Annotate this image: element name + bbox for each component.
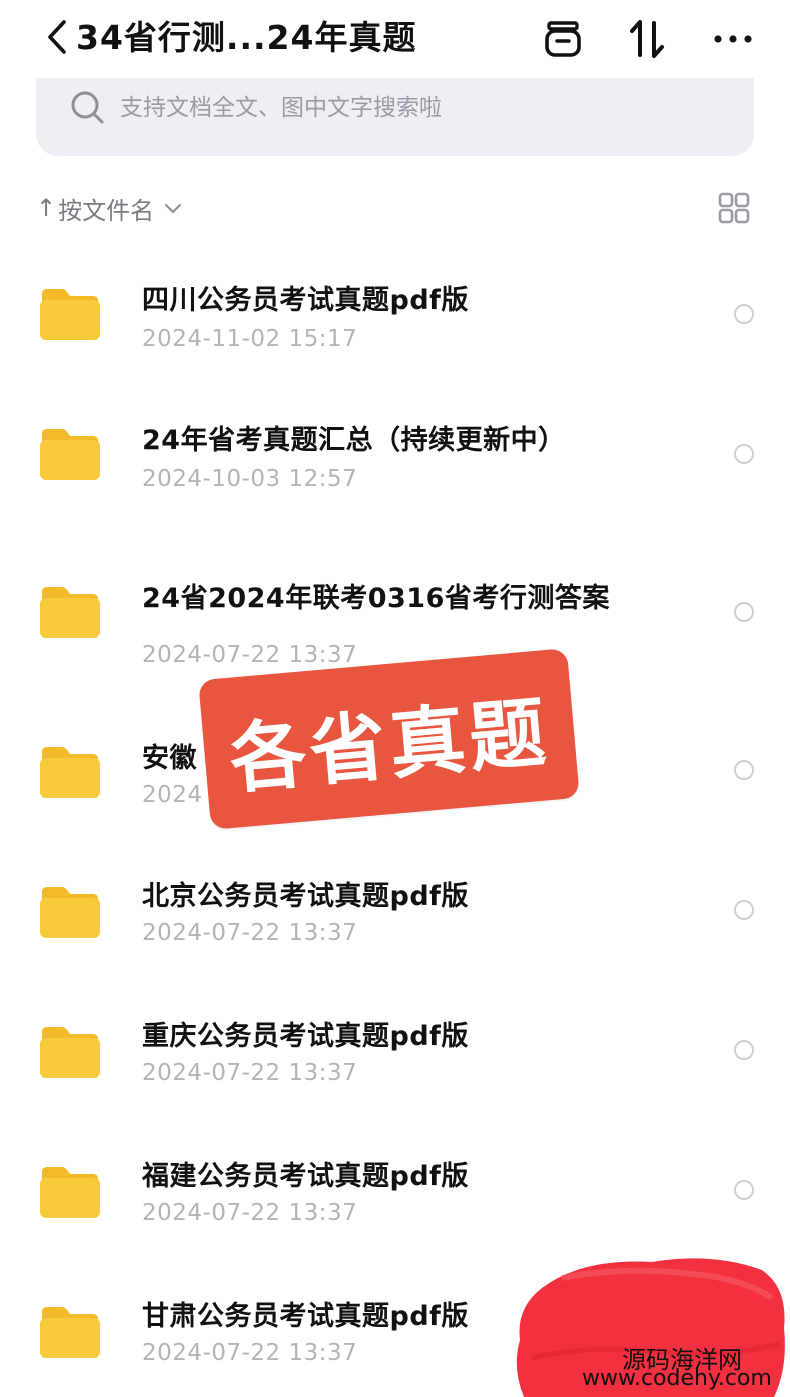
page-title: 34省行测...24年真题 (76, 18, 417, 57)
select-checkbox[interactable] (734, 444, 754, 464)
file-date: 2024 (142, 782, 203, 808)
folder-icon (40, 1167, 100, 1218)
sort-button[interactable] (622, 14, 672, 64)
folder-icon (40, 887, 100, 938)
folder-icon (40, 289, 100, 340)
file-date: 2024-07-22 13:37 (142, 1200, 358, 1226)
file-browser-screen: 34省行测...24年真题 支持文档全文、图中文字搜索啦 ↑ 按文件名 四川公务… (0, 0, 790, 1397)
chevron-left-icon (48, 20, 66, 54)
file-name: 安徽 (142, 743, 197, 774)
more-horizontal-icon (714, 35, 752, 43)
folder-icon (40, 587, 100, 638)
list-item[interactable]: 重庆公务员考试真题pdf版 2024-07-22 13:37 (0, 996, 790, 1116)
file-date: 2024-07-22 13:37 (142, 1060, 358, 1086)
top-navigation-bar: 34省行测...24年真题 (0, 0, 790, 78)
folder-icon (40, 429, 100, 480)
file-name: 福建公务员考试真题pdf版 (142, 1161, 469, 1192)
search-bar[interactable] (36, 78, 754, 156)
file-name: 24省2024年联考0316省考行测答案 (142, 583, 610, 614)
file-name: 重庆公务员考试真题pdf版 (142, 1021, 469, 1052)
grid-view-icon[interactable] (714, 188, 754, 228)
list-item[interactable]: 福建公务员考试真题pdf版 2024-07-22 13:37 (0, 1136, 790, 1256)
search-input[interactable] (120, 86, 720, 130)
folder-icon (40, 1307, 100, 1358)
select-checkbox[interactable] (734, 304, 754, 324)
archive-button[interactable] (538, 14, 588, 64)
file-name: 四川公务员考试真题pdf版 (142, 285, 469, 316)
archive-box-icon (545, 21, 581, 57)
file-date: 2024-07-22 13:37 (142, 1340, 358, 1366)
sort-updown-icon (630, 20, 664, 58)
file-date: 2024-07-22 13:37 (142, 642, 358, 668)
file-date: 2024-11-02 15:17 (142, 326, 358, 352)
file-date: 2024-07-22 13:37 (142, 920, 358, 946)
file-date: 2024-10-03 12:57 (142, 466, 358, 492)
chevron-down-icon (165, 204, 182, 213)
list-item[interactable]: 24省2024年联考0316省考行测答案 2024-07-22 13:37 (0, 560, 790, 680)
list-item[interactable]: 四川公务员考试真题pdf版 2024-11-02 15:17 (0, 260, 790, 380)
overlay-sticker-text: 各省真题 (226, 687, 553, 804)
list-item[interactable]: 北京公务员考试真题pdf版 2024-07-22 13:37 (0, 856, 790, 976)
select-checkbox[interactable] (734, 602, 754, 622)
sort-label: 按文件名 (58, 196, 155, 225)
watermark: 源码海洋网 www.codehy.com (512, 1248, 790, 1397)
file-name: 甘肃公务员考试真题pdf版 (142, 1301, 469, 1332)
search-icon (71, 91, 104, 124)
file-name: 北京公务员考试真题pdf版 (142, 881, 469, 912)
select-checkbox[interactable] (734, 1180, 754, 1200)
select-checkbox[interactable] (734, 760, 754, 780)
folder-icon (40, 1027, 100, 1078)
sort-direction-arrow: ↑ (36, 194, 57, 222)
sort-by-name-control[interactable]: ↑ 按文件名 (36, 188, 182, 228)
watermark-url: www.codehy.com (582, 1366, 772, 1391)
more-button[interactable] (708, 14, 758, 64)
select-checkbox[interactable] (734, 1040, 754, 1060)
folder-icon (40, 747, 100, 798)
select-checkbox[interactable] (734, 900, 754, 920)
file-name: 24年省考真题汇总（持续更新中） (142, 425, 566, 456)
overlay-sticker: 各省真题 (198, 648, 580, 830)
back-button[interactable] (40, 14, 74, 60)
list-item[interactable]: 24年省考真题汇总（持续更新中） 2024-10-03 12:57 (0, 400, 790, 520)
